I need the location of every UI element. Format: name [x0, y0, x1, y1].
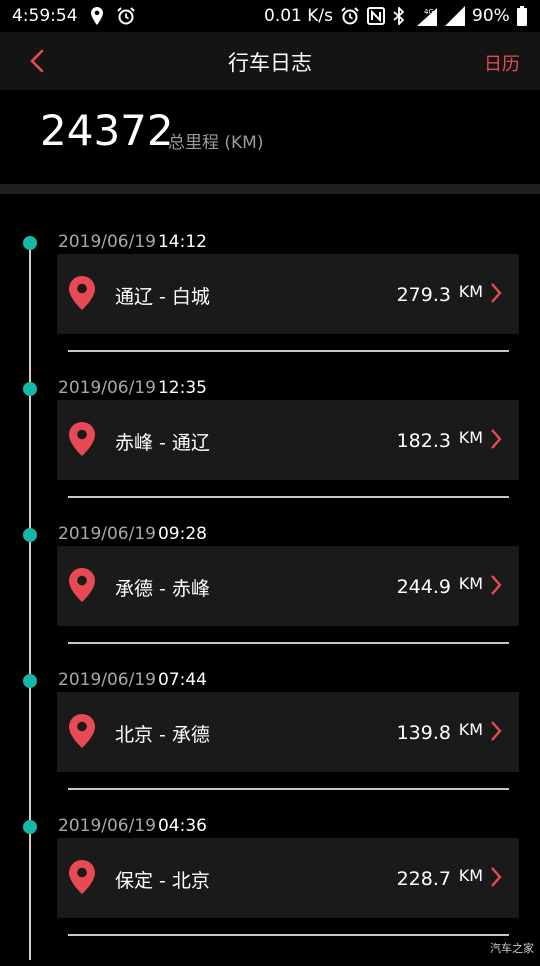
entry-separator	[68, 788, 509, 790]
alarm-icon	[340, 6, 360, 26]
map-pin-icon	[69, 860, 95, 894]
trip-route: 北京 - 承德	[115, 724, 210, 746]
trip-time: 14:12	[157, 232, 207, 252]
trip-distance: 279.3	[396, 284, 451, 306]
location-icon	[90, 6, 104, 26]
trip-card[interactable]: 赤峰 - 通辽 182.3 KM	[57, 400, 519, 480]
nfc-icon	[366, 6, 386, 26]
watermark: 汽车之家	[490, 942, 534, 955]
trip-datetime: 2019/06/19 12:35	[58, 378, 207, 398]
trip-datetime: 2019/06/19 14:12	[58, 232, 207, 252]
timeline-dot	[23, 674, 37, 688]
trip-distance-unit: KM	[458, 866, 483, 885]
net-speed: 0.01 K/s	[264, 6, 333, 26]
entry-separator	[68, 642, 509, 644]
trip-entry: 2019/06/19 04:36 保定 - 北京 228.7 KM	[0, 816, 540, 966]
trip-datetime: 2019/06/19 04:36	[58, 816, 207, 836]
trip-distance: 182.3	[396, 430, 451, 452]
chevron-right-icon	[491, 867, 502, 887]
trip-card[interactable]: 北京 - 承德 139.8 KM	[57, 692, 519, 772]
chevron-right-icon	[491, 575, 502, 595]
entry-separator	[68, 350, 509, 352]
total-mileage-label: 总里程 (KM)	[168, 133, 264, 153]
trip-distance-unit: KM	[458, 574, 483, 593]
mileage-summary: 24372 总里程 (KM)	[0, 90, 540, 184]
trip-distance-unit: KM	[458, 428, 483, 447]
trip-date: 2019/06/19	[58, 524, 156, 544]
trip-time: 09:28	[157, 524, 207, 544]
trip-entry: 2019/06/19 07:44 北京 - 承德 139.8 KM	[0, 670, 540, 820]
svg-text:4G: 4G	[424, 8, 434, 16]
trip-card[interactable]: 保定 - 北京 228.7 KM	[57, 838, 519, 918]
trip-time: 07:44	[157, 670, 207, 690]
chevron-right-icon	[491, 429, 502, 449]
timeline-dot	[23, 820, 37, 834]
battery-percent: 90%	[472, 6, 510, 26]
trip-route: 承德 - 赤峰	[115, 578, 210, 600]
trip-time: 04:36	[157, 816, 207, 836]
entry-separator	[68, 496, 509, 498]
trip-date: 2019/06/19	[58, 378, 156, 398]
trip-entry: 2019/06/19 12:35 赤峰 - 通辽 182.3 KM	[0, 378, 540, 528]
trip-route: 赤峰 - 通辽	[115, 432, 210, 454]
status-time: 4:59:54	[12, 6, 78, 26]
entry-separator	[68, 934, 509, 936]
trip-distance: 139.8	[396, 722, 451, 744]
trip-distance: 228.7	[396, 868, 451, 890]
alarm-icon	[116, 6, 136, 26]
calendar-button[interactable]: 日历	[484, 50, 520, 76]
total-mileage-value: 24372	[40, 106, 174, 155]
section-divider	[0, 184, 540, 194]
trip-time: 12:35	[157, 378, 207, 398]
trip-date: 2019/06/19	[58, 670, 156, 690]
trip-datetime: 2019/06/19 07:44	[58, 670, 207, 690]
trip-route: 通辽 - 白城	[115, 286, 210, 308]
trip-route: 保定 - 北京	[115, 870, 210, 892]
app-header: 行车日志 日历	[0, 32, 540, 90]
trip-card[interactable]: 承德 - 赤峰 244.9 KM	[57, 546, 519, 626]
trip-entry: 2019/06/19 14:12 通辽 - 白城 279.3 KM	[0, 232, 540, 382]
trip-date: 2019/06/19	[58, 232, 156, 252]
chevron-right-icon	[491, 721, 502, 741]
trip-card[interactable]: 通辽 - 白城 279.3 KM	[57, 254, 519, 334]
trip-entry: 2019/06/19 09:28 承德 - 赤峰 244.9 KM	[0, 524, 540, 674]
trip-distance: 244.9	[396, 576, 451, 598]
status-bar: 4:59:54 0.01 K/s 4G 90%	[0, 0, 540, 32]
timeline-dot	[23, 528, 37, 542]
trip-distance-unit: KM	[458, 720, 483, 739]
map-pin-icon	[69, 568, 95, 602]
chevron-right-icon	[491, 283, 502, 303]
signal-icon	[444, 6, 466, 26]
timeline-dot	[23, 236, 37, 250]
signal-icon: 4G	[412, 6, 440, 26]
map-pin-icon	[69, 714, 95, 748]
timeline-dot	[23, 382, 37, 396]
trip-distance-unit: KM	[458, 282, 483, 301]
map-pin-icon	[69, 422, 95, 456]
trip-datetime: 2019/06/19 09:28	[58, 524, 207, 544]
bluetooth-icon	[392, 6, 406, 26]
map-pin-icon	[69, 276, 95, 310]
page-title: 行车日志	[228, 51, 312, 75]
trip-date: 2019/06/19	[58, 816, 156, 836]
battery-icon	[516, 6, 528, 26]
